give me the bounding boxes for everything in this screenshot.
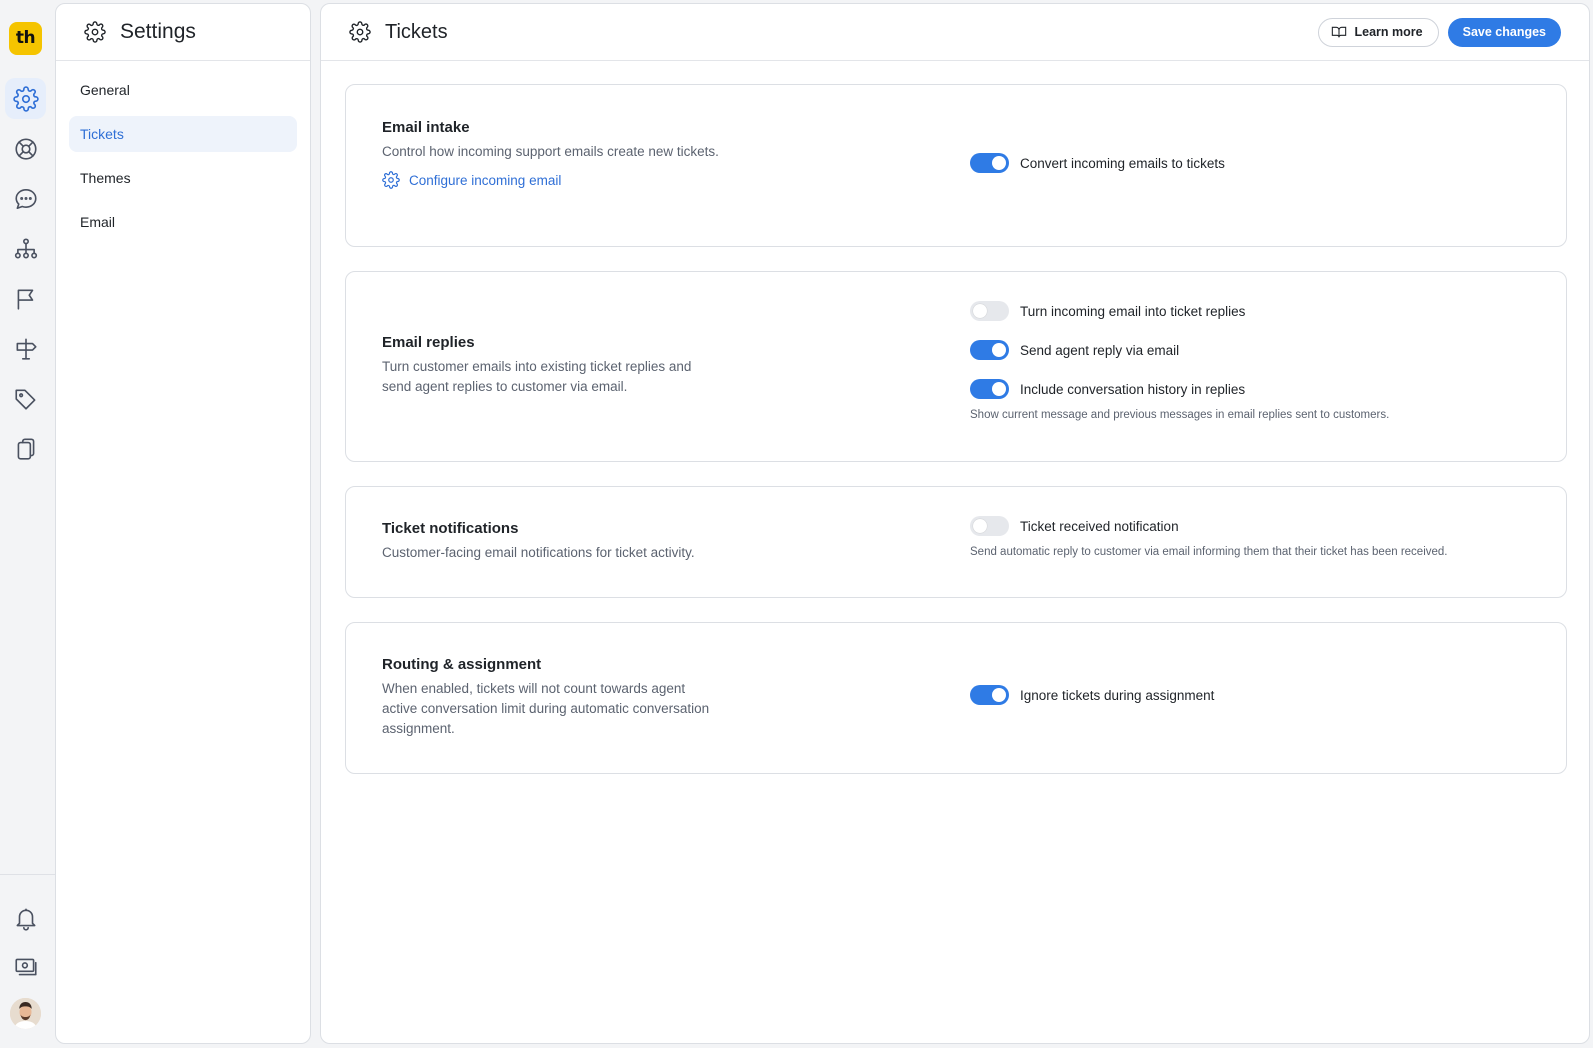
toggle-row: Send agent reply via email bbox=[970, 339, 1389, 361]
section-title: Email replies bbox=[382, 334, 475, 351]
learn-more-label: Learn more bbox=[1354, 25, 1423, 39]
logo-text: th bbox=[15, 28, 36, 48]
toggle-label: Ticket received notification bbox=[1020, 518, 1179, 534]
ticket-notifications-card: Ticket notifications Customer-facing ema… bbox=[345, 486, 1567, 598]
section-title: Email intake bbox=[382, 119, 470, 136]
section-title: Ticket notifications bbox=[382, 520, 519, 537]
toggle-label: Ignore tickets during assignment bbox=[1020, 687, 1215, 703]
toggle-row: Include conversation history in replies bbox=[970, 378, 1389, 400]
configure-incoming-email-link[interactable]: Configure incoming email bbox=[382, 171, 722, 189]
ticket-received-toggle[interactable] bbox=[970, 516, 1009, 536]
subnav-header: Settings bbox=[56, 4, 310, 61]
toggle-row: Turn incoming email into ticket replies bbox=[970, 300, 1389, 322]
avatar[interactable] bbox=[10, 998, 41, 1029]
section-description: Turn customer emails into existing ticke… bbox=[382, 359, 692, 394]
tag-icon[interactable] bbox=[5, 378, 46, 419]
section-description: Control how incoming support emails crea… bbox=[382, 144, 719, 159]
gear-icon bbox=[382, 171, 400, 189]
subnav-item-email[interactable]: Email bbox=[69, 204, 297, 240]
settings-subnav: Settings General Tickets Themes Email bbox=[55, 3, 311, 1044]
section-title: Routing & assignment bbox=[382, 656, 542, 673]
icon-rail: th bbox=[0, 0, 55, 1048]
app-root: th Settings General Tickets Themes Email… bbox=[0, 0, 1593, 1048]
settings-icon bbox=[84, 21, 106, 43]
subnav-list: General Tickets Themes Email bbox=[56, 61, 310, 259]
settings-icon[interactable] bbox=[5, 78, 46, 119]
main-header: Tickets Learn more Save changes bbox=[321, 4, 1589, 61]
subnav-item-general[interactable]: General bbox=[69, 72, 297, 108]
toggle-label: Include conversation history in replies bbox=[1020, 381, 1246, 397]
chat-icon[interactable] bbox=[5, 178, 46, 219]
email-intake-card: Email intake Control how incoming suppor… bbox=[345, 84, 1567, 247]
email-replies-card: Email replies Turn customer emails into … bbox=[345, 271, 1567, 462]
settings-icon bbox=[349, 21, 371, 43]
include-history-toggle[interactable] bbox=[970, 379, 1009, 399]
section-description: When enabled, tickets will not count tow… bbox=[382, 681, 710, 736]
convert-emails-toggle[interactable] bbox=[970, 153, 1009, 173]
subnav-item-themes[interactable]: Themes bbox=[69, 160, 297, 196]
toggle-row: Ticket received notification bbox=[970, 515, 1447, 537]
org-chart-icon[interactable] bbox=[5, 228, 46, 269]
brand-logo[interactable]: th bbox=[9, 22, 42, 55]
signpost-icon[interactable] bbox=[5, 328, 46, 369]
help-text: Show current message and previous messag… bbox=[970, 409, 1390, 421]
rail-divider bbox=[0, 874, 55, 875]
incoming-email-replies-toggle[interactable] bbox=[970, 301, 1009, 321]
configure-link-label: Configure incoming email bbox=[409, 172, 562, 188]
toggle-row: Ignore tickets during assignment bbox=[970, 684, 1214, 706]
subnav-title: Settings bbox=[120, 20, 196, 43]
lifebuoy-icon[interactable] bbox=[5, 128, 46, 169]
help-text: Send automatic reply to customer via ema… bbox=[970, 546, 1448, 558]
main-panel: Tickets Learn more Save changes Email in… bbox=[320, 3, 1590, 1044]
learn-more-button[interactable]: Learn more bbox=[1317, 17, 1439, 47]
billing-icon[interactable] bbox=[5, 946, 46, 987]
page-title: Tickets bbox=[385, 20, 448, 43]
send-agent-reply-toggle[interactable] bbox=[970, 340, 1009, 360]
toggle-label: Convert incoming emails to tickets bbox=[1020, 155, 1225, 171]
toggle-label: Turn incoming email into ticket replies bbox=[1020, 303, 1246, 319]
toggle-row: Convert incoming emails to tickets bbox=[970, 152, 1225, 174]
ignore-tickets-toggle[interactable] bbox=[970, 685, 1009, 705]
bell-icon[interactable] bbox=[5, 898, 46, 939]
save-changes-button[interactable]: Save changes bbox=[1447, 17, 1561, 47]
subnav-item-tickets[interactable]: Tickets bbox=[69, 116, 297, 152]
flag-icon[interactable] bbox=[5, 278, 46, 319]
section-description: Customer-facing email notifications for … bbox=[382, 545, 695, 560]
pages-icon[interactable] bbox=[5, 428, 46, 469]
toggle-label: Send agent reply via email bbox=[1020, 342, 1180, 358]
book-icon bbox=[1331, 26, 1346, 38]
routing-assignment-card: Routing & assignment When enabled, ticke… bbox=[345, 622, 1567, 774]
